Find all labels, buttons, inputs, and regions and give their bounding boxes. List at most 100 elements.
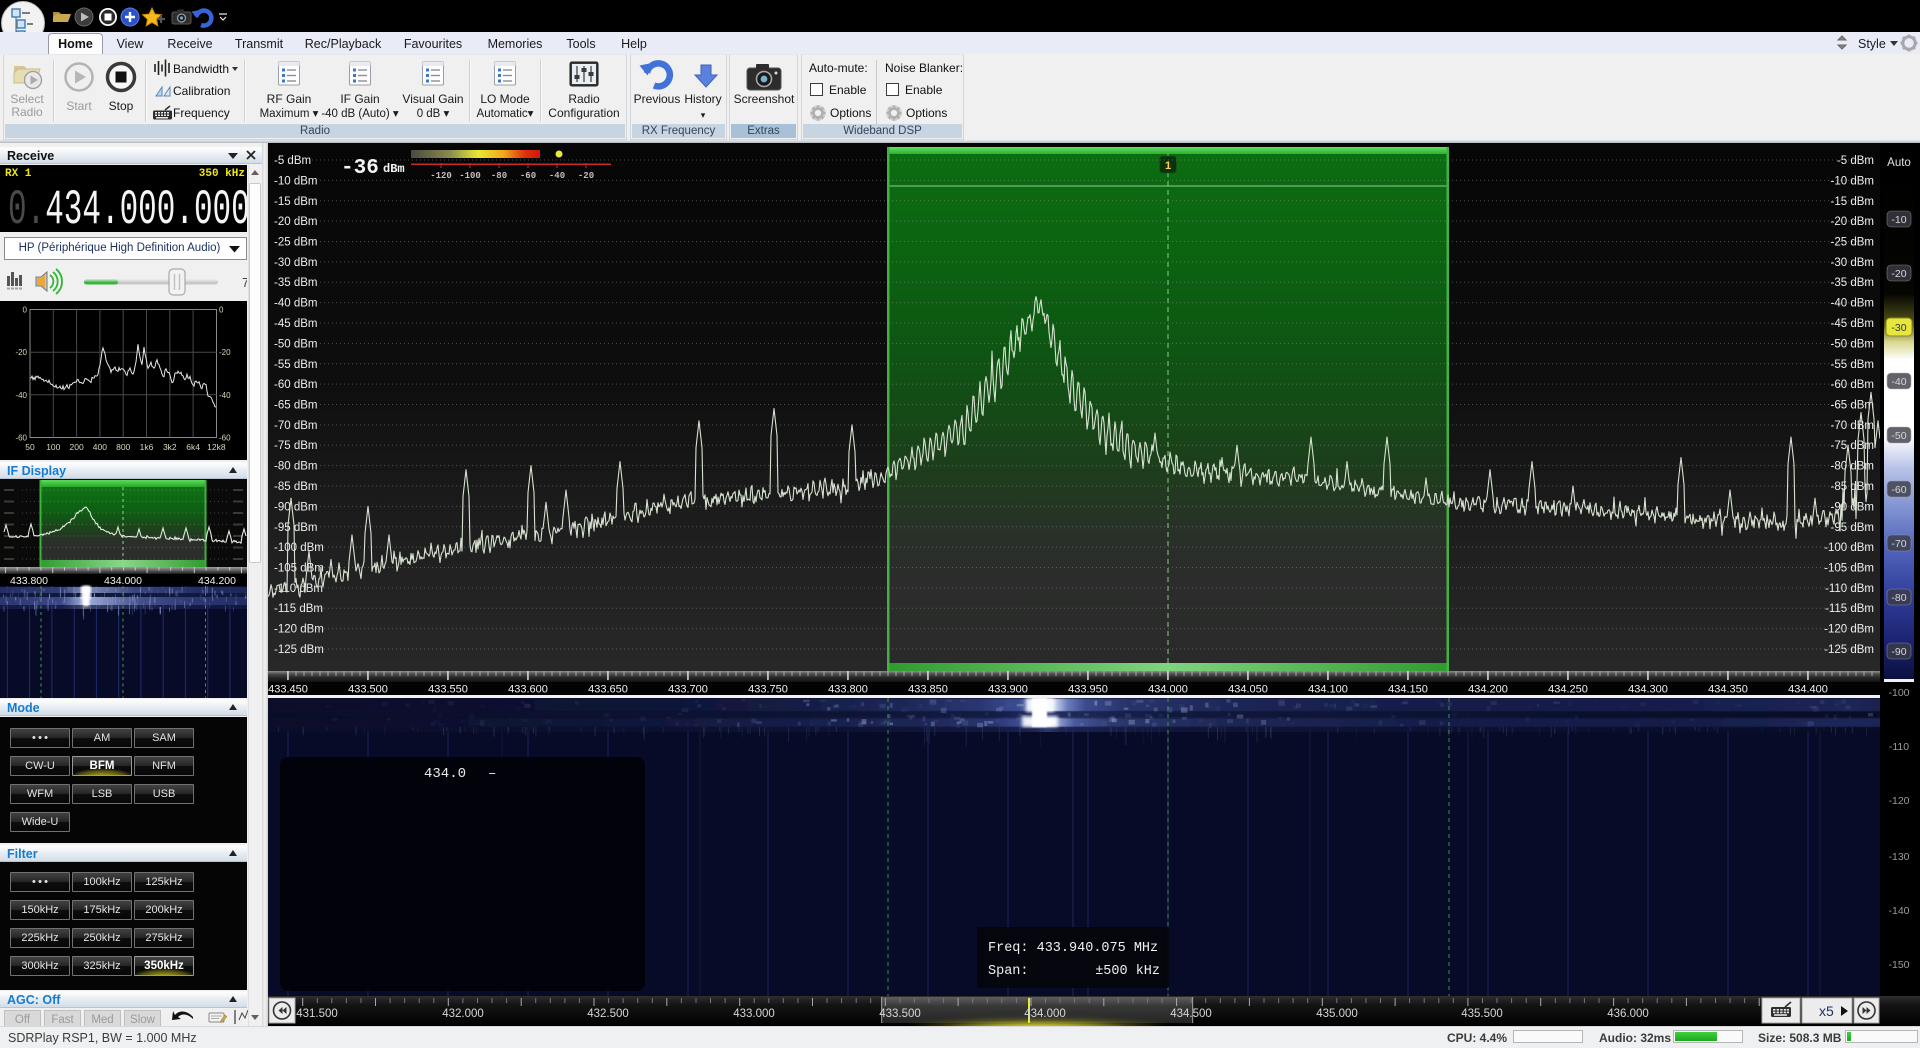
- svg-text:-30 dBm: -30 dBm: [274, 257, 317, 269]
- svg-text:433.700: 433.700: [668, 684, 708, 696]
- svg-text:-60 dBm: -60 dBm: [1831, 379, 1874, 391]
- svg-text:433.000: 433.000: [733, 1008, 775, 1020]
- svg-text:200: 200: [70, 442, 84, 452]
- svg-text:-75 dBm: -75 dBm: [274, 440, 317, 452]
- svg-text:-40 dBm: -40 dBm: [274, 298, 317, 310]
- svg-text:0.: 0.: [8, 185, 45, 235]
- svg-text:-36: -36: [341, 157, 379, 180]
- svg-text:-30: -30: [1891, 322, 1906, 334]
- svg-text:433.500: 433.500: [348, 684, 388, 696]
- svg-text:-100: -100: [1888, 687, 1909, 699]
- svg-text:-100 dBm: -100 dBm: [274, 542, 324, 554]
- svg-text:-50 dBm: -50 dBm: [274, 338, 317, 350]
- svg-text:-105 dBm: -105 dBm: [1824, 563, 1874, 575]
- svg-text:433.550: 433.550: [428, 684, 468, 696]
- svg-text:50: 50: [25, 442, 35, 452]
- svg-text:-65 dBm: -65 dBm: [274, 400, 317, 412]
- svg-text:433.850: 433.850: [908, 684, 948, 696]
- svg-text:-55 dBm: -55 dBm: [274, 359, 317, 371]
- svg-text:433.500: 433.500: [879, 1008, 921, 1020]
- svg-text:-125 dBm: -125 dBm: [1824, 644, 1874, 656]
- svg-text:-110: -110: [1889, 741, 1909, 753]
- svg-text:-70 dBm: -70 dBm: [274, 420, 317, 432]
- svg-text:431.500: 431.500: [296, 1008, 338, 1020]
- svg-text:-70: -70: [1891, 538, 1906, 550]
- svg-text:-10 dBm: -10 dBm: [274, 175, 317, 187]
- svg-text:-55 dBm: -55 dBm: [1831, 359, 1874, 371]
- svg-text:-10 dBm: -10 dBm: [1831, 175, 1874, 187]
- svg-text:1: 1: [1165, 160, 1171, 172]
- svg-text:434.0: 434.0: [424, 766, 466, 782]
- svg-text:-100 dBm: -100 dBm: [1824, 542, 1874, 554]
- svg-text:-80: -80: [491, 171, 507, 181]
- svg-text:-40: -40: [1891, 376, 1906, 388]
- svg-text:433.900: 433.900: [988, 684, 1028, 696]
- svg-text:-100: -100: [459, 171, 481, 181]
- svg-text:433.450: 433.450: [268, 684, 308, 696]
- svg-text:12k8: 12k8: [207, 442, 226, 452]
- svg-text:432.500: 432.500: [587, 1008, 629, 1020]
- svg-text:-5 dBm: -5 dBm: [1837, 155, 1874, 167]
- svg-text:432.000: 432.000: [442, 1008, 484, 1020]
- svg-text:-150: -150: [1888, 959, 1909, 971]
- svg-text:434.100: 434.100: [1308, 684, 1348, 696]
- svg-text:-65 dBm: -65 dBm: [1831, 400, 1874, 412]
- svg-text:-40: -40: [549, 171, 565, 181]
- svg-text:3k2: 3k2: [163, 442, 177, 452]
- svg-text:±500 kHz: ±500 kHz: [1095, 964, 1160, 979]
- svg-text:-20: -20: [219, 348, 231, 357]
- svg-text:434.150: 434.150: [1388, 684, 1428, 696]
- svg-text:-120: -120: [430, 171, 452, 181]
- svg-text:-60: -60: [1891, 484, 1906, 496]
- svg-text:-25 dBm: -25 dBm: [1831, 237, 1874, 249]
- svg-text:-40 dBm: -40 dBm: [1831, 298, 1874, 310]
- svg-text:436.000: 436.000: [1607, 1008, 1649, 1020]
- svg-text:800: 800: [116, 442, 130, 452]
- svg-text:0: 0: [219, 306, 224, 315]
- svg-text:433.800: 433.800: [828, 684, 868, 696]
- svg-text:-35 dBm: -35 dBm: [274, 277, 317, 289]
- svg-text:-50 dBm: -50 dBm: [1831, 338, 1874, 350]
- svg-text:-120 dBm: -120 dBm: [274, 624, 324, 636]
- svg-text:434.200: 434.200: [1468, 684, 1508, 696]
- svg-text:-90: -90: [1891, 646, 1906, 658]
- svg-text:-110 dBm: -110 dBm: [1825, 583, 1874, 595]
- svg-text:-130: -130: [1888, 851, 1909, 863]
- svg-text:dBm: dBm: [383, 162, 405, 176]
- svg-text:433.650: 433.650: [588, 684, 628, 696]
- svg-text:434.400: 434.400: [1788, 684, 1828, 696]
- svg-text:-40: -40: [15, 391, 27, 400]
- svg-text:-5 dBm: -5 dBm: [274, 155, 311, 167]
- svg-text:434.000: 434.000: [1148, 684, 1188, 696]
- svg-text:-140: -140: [1888, 905, 1909, 917]
- svg-text:0: 0: [23, 306, 28, 315]
- svg-text:-80 dBm: -80 dBm: [274, 461, 317, 473]
- svg-text:-20 dBm: -20 dBm: [1831, 216, 1874, 228]
- svg-text:–: –: [488, 766, 496, 782]
- svg-text:-40: -40: [219, 391, 231, 400]
- svg-text:Freq: 433.940.075 MHz: Freq: 433.940.075 MHz: [988, 941, 1158, 956]
- svg-text:-20: -20: [1891, 268, 1906, 280]
- svg-text:-125 dBm: -125 dBm: [274, 644, 324, 656]
- svg-text:x5: x5: [1819, 1003, 1834, 1019]
- svg-text:1k6: 1k6: [140, 442, 154, 452]
- svg-text:-115 dBm: -115 dBm: [1825, 603, 1874, 615]
- svg-text:-120: -120: [1888, 795, 1909, 807]
- svg-text:435.000: 435.000: [1316, 1008, 1358, 1020]
- svg-text:-45 dBm: -45 dBm: [1831, 318, 1874, 330]
- svg-text:Span:: Span:: [988, 964, 1029, 979]
- svg-text:434.250: 434.250: [1548, 684, 1588, 696]
- svg-text:434.000.000: 434.000.000: [45, 185, 247, 235]
- svg-text:6k4: 6k4: [186, 442, 200, 452]
- svg-text:-10: -10: [1891, 214, 1906, 226]
- svg-text:435.500: 435.500: [1461, 1008, 1503, 1020]
- svg-text:433.600: 433.600: [508, 684, 548, 696]
- svg-text:-105 dBm: -105 dBm: [274, 563, 324, 575]
- svg-text:-115 dBm: -115 dBm: [274, 603, 323, 615]
- svg-text:-85 dBm: -85 dBm: [274, 481, 317, 493]
- svg-text:-15 dBm: -15 dBm: [274, 196, 317, 208]
- svg-text:7: 7: [242, 276, 247, 290]
- svg-text:100: 100: [46, 442, 60, 452]
- svg-text:Style: Style: [1858, 37, 1886, 51]
- svg-text:433.800: 433.800: [10, 575, 48, 587]
